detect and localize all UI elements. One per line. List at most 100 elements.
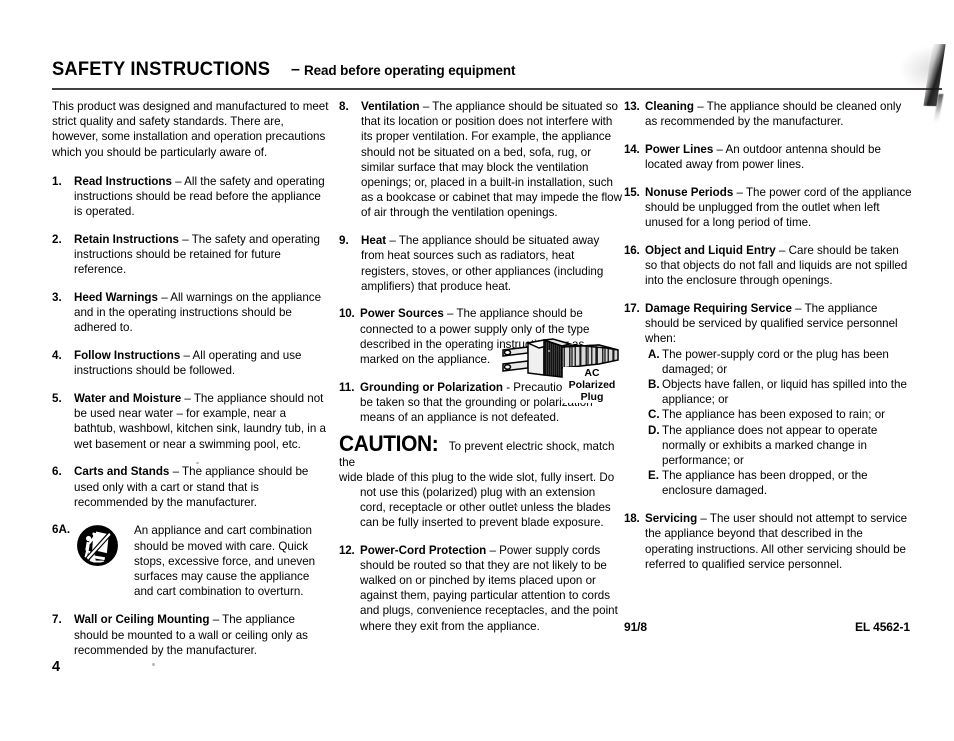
item-title: Nonuse Periods: [645, 185, 734, 199]
caution-heading: CAUTION:: [339, 431, 439, 457]
item-body: Heed Warnings – All warnings on the appl…: [74, 290, 330, 336]
caution-block: CAUTION: To prevent electric shock, matc…: [339, 431, 623, 531]
list-item: 14. Power Lines – An outdoor antenna sho…: [624, 142, 914, 172]
item-number: 16.: [624, 243, 640, 257]
cart-warning-icon: [77, 525, 118, 567]
item-number: 18.: [624, 512, 640, 526]
item-body: Damage Requiring Service – The appliance…: [645, 301, 914, 499]
item-body: Heat – The appliance should be situated …: [361, 233, 623, 294]
column-two: 8. Ventilation – The appliance should be…: [339, 99, 623, 646]
scan-speck: [548, 350, 550, 352]
plug-caption-line-2: Polarized Plug: [568, 379, 616, 403]
item-number: 5.: [52, 392, 62, 406]
item-body: Power Lines – An outdoor antenna should …: [645, 142, 914, 172]
list-item-17: 17. Damage Requiring Service – The appli…: [624, 301, 914, 499]
item-number: 15.: [624, 185, 640, 199]
item-number: 6.: [52, 465, 62, 479]
item-title: Heat: [361, 234, 387, 248]
item-title: Servicing: [645, 512, 698, 526]
list-item: 5. Water and Moisture – The appliance sh…: [52, 391, 330, 452]
item-title: Heed Warnings: [74, 291, 158, 305]
cart-warning-icon-cell: [74, 522, 134, 599]
item-body: Power-Cord Protection – Power supply cor…: [360, 543, 623, 634]
list-item: 18. Servicing – The user should not atte…: [624, 511, 914, 572]
item-number: 4.: [52, 349, 62, 363]
list-item: 1. Read Instructions – All the safety an…: [52, 174, 330, 220]
footer-date-code: 91/8: [624, 620, 647, 634]
sublist-text: The appliance does not appear to operate…: [662, 423, 878, 468]
sublist-item: D. The appliance does not appear to oper…: [645, 423, 914, 469]
item-number: 3.: [52, 291, 62, 305]
item-title: Object and Liquid Entry: [645, 243, 776, 257]
sublist-item: B. Objects have fallen, or liquid has sp…: [645, 377, 914, 407]
caution-body-text: wide blade of this plug to the wide slot…: [339, 470, 615, 530]
item-body: Object and Liquid Entry – Care should be…: [645, 243, 914, 289]
list-item: 7. Wall or Ceiling Mounting – The applia…: [52, 612, 330, 658]
sublist-text: The appliance has been dropped, or the e…: [662, 469, 868, 498]
item-title: Read Instructions: [74, 174, 172, 188]
item-number: 9.: [339, 234, 349, 248]
item-text: – The appliance should be situated away …: [361, 234, 604, 293]
item-body: Ventilation – The appliance should be si…: [361, 99, 623, 221]
list-item: 8. Ventilation – The appliance should be…: [339, 99, 623, 221]
item-title: Retain Instructions: [74, 232, 180, 246]
column-three: 13. Cleaning – The appliance should be c…: [624, 99, 914, 584]
item-body: Servicing – The user should not attempt …: [645, 511, 914, 572]
header-subtitle: Read before operating equipment: [303, 62, 516, 78]
sublist-letter: C.: [648, 408, 660, 422]
scan-speck: [152, 663, 155, 666]
item-number: 10.: [339, 307, 355, 321]
item-title: Cleaning: [645, 100, 694, 113]
scan-speck: [196, 462, 199, 464]
item-number: 14.: [624, 142, 640, 156]
list-item: 13. Cleaning – The appliance should be c…: [624, 99, 914, 129]
document-page: SAFETY INSTRUCTIONS – Read before operatin…: [0, 0, 954, 741]
item-body: Follow Instructions – All operating and …: [74, 348, 330, 378]
item-title: Damage Requiring Service: [645, 302, 792, 316]
list-item: 6. Carts and Stands – The appliance shou…: [52, 464, 330, 510]
list-item: 3. Heed Warnings – All warnings on the a…: [52, 290, 330, 336]
item-title: Power Sources: [360, 307, 444, 321]
item-title: Power Lines: [645, 142, 714, 156]
footer-document-code: EL 4562-1: [855, 620, 910, 634]
item-title: Carts and Stands: [74, 465, 170, 479]
sublist-item: E. The appliance has been dropped, or th…: [645, 468, 914, 498]
list-item: 12. Power-Cord Protection – Power supply…: [339, 543, 623, 634]
scan-speck: [720, 365, 722, 367]
item-number: 1.: [52, 174, 62, 188]
item-text: – The appliance should be situated so th…: [361, 100, 623, 220]
caution-text: wide blade of this plug to the wide slot…: [339, 470, 623, 531]
sublist-letter: D.: [648, 423, 660, 437]
list-item-6a: 6A. An appliance and cart combination sh…: [52, 522, 330, 599]
list-item: 4. Follow Instructions – All operating a…: [52, 348, 330, 378]
item-body: Water and Moisture – The appliance shoul…: [74, 391, 330, 452]
item-body: Wall or Ceiling Mounting – The appliance…: [74, 612, 330, 658]
item-number: 12.: [339, 543, 355, 557]
list-item: 15. Nonuse Periods – The power cord of t…: [624, 185, 914, 231]
sublist-text: The appliance has been exposed to rain; …: [662, 408, 886, 422]
intro-paragraph: This product was designed and manufactur…: [52, 100, 329, 159]
scan-speck: [515, 505, 518, 507]
item-body: Nonuse Periods – The power cord of the a…: [645, 185, 914, 231]
item-title: Ventilation: [361, 100, 420, 113]
list-item: 9. Heat – The appliance should be situat…: [339, 233, 623, 294]
sublist-letter: B.: [648, 378, 660, 392]
item-body: Retain Instructions – The safety and ope…: [74, 232, 330, 278]
sublist-item: A. The power-supply cord or the plug has…: [645, 347, 914, 377]
item-number: 11.: [339, 380, 355, 394]
item-number: 2.: [52, 232, 62, 246]
item-number: 13.: [624, 100, 640, 113]
sublist-letter: A.: [648, 347, 660, 361]
page-number: 4: [52, 659, 61, 675]
item-body: Read Instructions – All the safety and o…: [74, 174, 330, 220]
item-body: Carts and Stands – The appliance should …: [74, 464, 330, 510]
item-number: 8.: [339, 100, 349, 113]
page-header: SAFETY INSTRUCTIONS – Read before operatin…: [52, 58, 902, 81]
item-number: 7.: [52, 613, 62, 627]
item-body: Cleaning – The appliance should be clean…: [645, 99, 914, 129]
sublist-item: C. The appliance has been exposed to rai…: [645, 407, 914, 422]
sublist: A. The power-supply cord or the plug has…: [645, 347, 914, 499]
item-title: Wall or Ceiling Mounting: [74, 613, 210, 627]
sublist-letter: E.: [648, 469, 659, 483]
header-dash: –: [291, 61, 300, 78]
